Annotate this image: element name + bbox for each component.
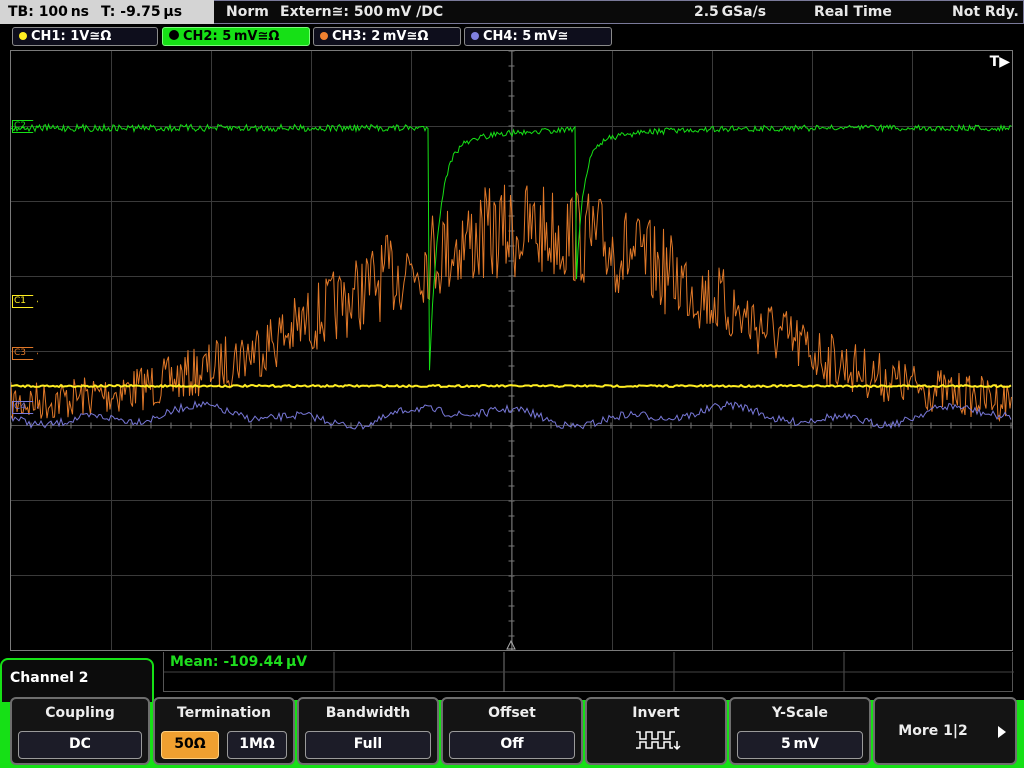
ch4-level-marker[interactable]: C4	[12, 401, 38, 414]
menu-title: Channel 2	[0, 658, 154, 702]
ch2-level-marker[interactable]: C2	[12, 120, 38, 133]
trigger-status: Not Rdy.	[952, 4, 1019, 20]
trigger-mode[interactable]: Norm	[226, 0, 269, 24]
more-key[interactable]: More 1|2	[873, 697, 1017, 765]
coupling-key[interactable]: Coupling DC	[10, 697, 150, 765]
ch4-label: CH4: 5 mV≅	[483, 29, 569, 44]
invert-key[interactable]: Invert	[585, 697, 727, 765]
trigger-source[interactable]: Extern≅: 500 mV ∕DC	[280, 0, 443, 24]
termination-title: Termination	[177, 705, 271, 721]
y-scale-title: Y-Scale	[771, 705, 828, 721]
ch2-label: CH2: 5 mV≅Ω	[183, 29, 280, 44]
bandwidth-title: Bandwidth	[325, 705, 411, 721]
channel-tab-ch3[interactable]: CH3: 2 mV≅Ω	[313, 27, 461, 46]
timebase-value: TB: 100 ns	[8, 4, 90, 20]
ch4-dot-icon	[471, 32, 479, 40]
termination-50ohm[interactable]: 50Ω	[161, 731, 219, 759]
ch1-dot-icon	[19, 32, 27, 40]
y-scale-value[interactable]: 5 mV	[737, 731, 863, 759]
timebase-box[interactable]: TB: 100 ns T: -9.75 µs	[0, 0, 214, 24]
ch3-label: CH3: 2 mV≅Ω	[332, 29, 429, 44]
y-scale-key[interactable]: Y-Scale 5 mV	[729, 697, 871, 765]
sample-rate[interactable]: 2.5 GSa/s	[694, 0, 766, 24]
coupling-value[interactable]: DC	[18, 731, 142, 759]
acquisition-mode[interactable]: Real Time	[814, 0, 892, 24]
waveform-canvas	[11, 51, 1012, 650]
ch3-level-marker[interactable]: C3	[12, 347, 38, 360]
channel-tab-ch2[interactable]: CH2: 5 mV≅Ω	[162, 27, 310, 46]
waveform-display[interactable]	[10, 50, 1013, 651]
trigger-time-value: T: -9.75 µs	[101, 4, 183, 20]
offset-value[interactable]: Off	[449, 731, 575, 759]
invert-waveform-icon	[636, 731, 681, 751]
channel-tab-ch4[interactable]: CH4: 5 mV≅	[464, 27, 612, 46]
termination-1mohm[interactable]: 1MΩ	[227, 731, 287, 759]
ch2-dot-icon	[169, 30, 179, 40]
bandwidth-key[interactable]: Bandwidth Full	[297, 697, 439, 765]
ch3-dot-icon	[320, 32, 328, 40]
ch1-level-marker[interactable]: C1	[12, 295, 38, 308]
offset-title: Offset	[488, 705, 536, 721]
coupling-title: Coupling	[45, 705, 115, 721]
trigger-position-marker: T▶	[989, 54, 1010, 70]
mean-measurement[interactable]: Mean: -109.44 µV	[170, 654, 307, 670]
offset-key[interactable]: Offset Off	[441, 697, 583, 765]
bandwidth-value[interactable]: Full	[305, 731, 431, 759]
more-label: More 1|2	[898, 723, 968, 739]
termination-key[interactable]: Termination 50Ω 1MΩ	[153, 697, 295, 765]
arrow-right-icon	[998, 726, 1006, 738]
ch1-label: CH1: 1V≅Ω	[31, 29, 112, 44]
channel-tab-ch1[interactable]: CH1: 1V≅Ω	[12, 27, 158, 46]
invert-title: Invert	[632, 705, 680, 721]
